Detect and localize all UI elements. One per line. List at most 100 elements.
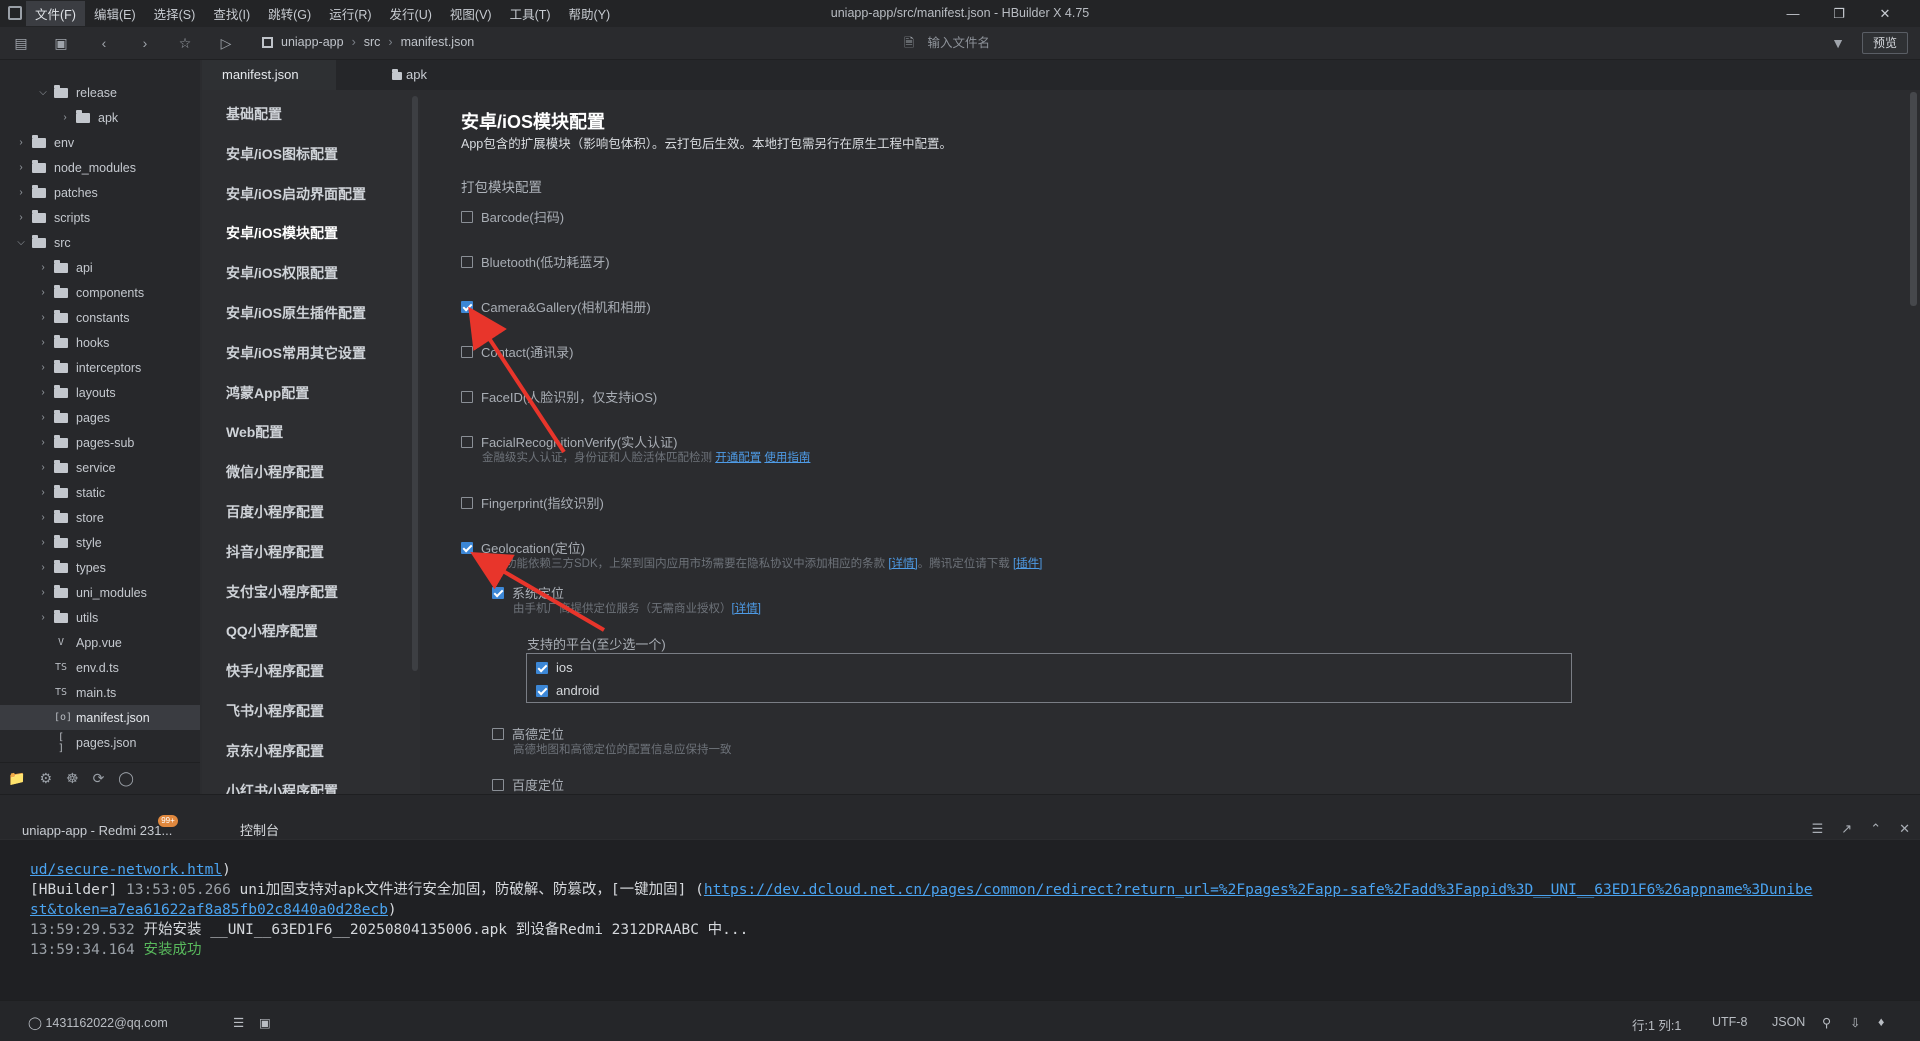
chevron-right-icon[interactable]: › — [36, 462, 50, 473]
cursor-position[interactable]: 行:1 列:1 — [1632, 1015, 1681, 1034]
tree-folder-item[interactable]: › apk — [0, 105, 200, 130]
download-icon[interactable]: ⇩ — [1850, 1015, 1860, 1030]
tree-folder-item[interactable]: › layouts — [0, 380, 200, 405]
file-search-input[interactable]: 🗎 输入文件名 — [904, 33, 1504, 53]
tree-folder-item[interactable]: › service — [0, 455, 200, 480]
save-icon[interactable]: ▣ — [52, 34, 70, 52]
tree-folder-item[interactable]: › interceptors — [0, 355, 200, 380]
config-nav-item[interactable]: 微信小程序配置 — [226, 462, 324, 482]
config-nav-item[interactable]: Web配置 — [226, 422, 283, 442]
search-icon[interactable]: ⚲ — [1822, 1015, 1831, 1030]
chevron-right-icon[interactable]: › — [14, 212, 28, 223]
config-nav-item[interactable]: 小红书小程序配置 — [226, 781, 338, 794]
chevron-right-icon[interactable]: › — [36, 312, 50, 323]
config-nav-item[interactable]: 安卓/iOS图标配置 — [226, 144, 338, 164]
chevron-right-icon[interactable]: › — [36, 562, 50, 573]
config-nav-item[interactable]: QQ小程序配置 — [226, 621, 318, 641]
tree-folder-item[interactable]: ⌵ release — [0, 80, 200, 105]
tree-folder-item[interactable]: › patches — [0, 180, 200, 205]
config-nav-item[interactable]: 安卓/iOS原生插件配置 — [226, 303, 366, 323]
minimize-button[interactable]: — — [1770, 3, 1816, 25]
chevron-right-icon[interactable]: › — [36, 612, 50, 623]
config-nav-item[interactable]: 百度小程序配置 — [226, 502, 324, 522]
tree-folder-item[interactable]: › hooks — [0, 330, 200, 355]
chevron-down-icon[interactable]: ⌵ — [14, 237, 28, 248]
chevron-right-icon[interactable]: › — [36, 262, 50, 273]
tree-folder-item[interactable]: › pages-sub — [0, 430, 200, 455]
chevron-right-icon[interactable]: › — [36, 587, 50, 598]
filter-icon[interactable]: ▼ — [1829, 34, 1847, 52]
config-nav-item[interactable]: 快手小程序配置 — [226, 661, 324, 681]
tree-folder-item[interactable]: › types — [0, 555, 200, 580]
console-link[interactable]: ud/secure-network.html — [30, 862, 222, 878]
chevron-right-icon[interactable]: › — [14, 162, 28, 173]
file-encoding[interactable]: UTF-8 — [1712, 1015, 1747, 1029]
new-file-icon[interactable]: ▤ — [12, 34, 30, 52]
config-nav-item[interactable]: 抖音小程序配置 — [226, 542, 324, 562]
plugin-icon[interactable]: ⚙ — [39, 770, 52, 787]
tree-folder-item[interactable]: › api — [0, 255, 200, 280]
tree-folder-item[interactable]: › constants — [0, 305, 200, 330]
tree-folder-item[interactable]: › utils — [0, 605, 200, 630]
breadcrumb-item[interactable]: manifest.json — [401, 35, 475, 49]
file-language[interactable]: JSON — [1772, 1015, 1805, 1029]
tree-folder-item[interactable]: › components — [0, 280, 200, 305]
chevron-right-icon[interactable]: › — [14, 187, 28, 198]
tree-folder-item[interactable]: › store — [0, 505, 200, 530]
tree-file-item[interactable]: V App.vue — [0, 630, 200, 655]
chevron-right-icon[interactable]: › — [36, 387, 50, 398]
config-nav-item[interactable]: 安卓/iOS启动界面配置 — [226, 184, 366, 204]
device-run-tab[interactable]: uniapp-app - Redmi 231... — [22, 823, 172, 838]
tree-folder-item[interactable]: › pages — [0, 405, 200, 430]
config-nav-item[interactable]: 支付宝小程序配置 — [226, 582, 338, 602]
chevron-right-icon[interactable]: › — [36, 537, 50, 548]
web-icon[interactable]: ◯ — [118, 770, 134, 787]
breadcrumb-item[interactable]: src — [364, 35, 381, 49]
project-manager-icon[interactable]: 📁 — [8, 770, 25, 787]
tree-folder-item[interactable]: › node_modules — [0, 155, 200, 180]
tab-apk[interactable]: apk — [372, 60, 447, 90]
config-nav-item[interactable]: 飞书小程序配置 — [226, 701, 324, 721]
config-nav-item[interactable]: 鸿蒙App配置 — [226, 383, 309, 403]
open-external-icon[interactable]: ↗ — [1841, 821, 1852, 837]
config-nav-scrollbar[interactable] — [412, 96, 418, 671]
tree-file-item[interactable]: TS env.d.ts — [0, 655, 200, 680]
chevron-right-icon[interactable]: › — [36, 287, 50, 298]
tree-file-item[interactable]: [ ] pages.json — [0, 730, 200, 755]
preview-button[interactable]: 预览 — [1862, 32, 1908, 54]
run-icon[interactable]: ▷ — [217, 34, 235, 52]
chevron-right-icon[interactable]: › — [36, 337, 50, 348]
tree-folder-item[interactable]: › static — [0, 480, 200, 505]
chevron-right-icon[interactable]: › — [36, 487, 50, 498]
restore-button[interactable]: ❐ — [1816, 3, 1862, 25]
main-scrollbar[interactable] — [1910, 92, 1917, 306]
account[interactable]: ◯ 1431162022@qq.com — [28, 1015, 168, 1030]
tree-folder-item[interactable]: › style — [0, 530, 200, 555]
tab-manifest-json[interactable]: manifest.json — [202, 60, 336, 90]
debug-icon[interactable]: ☸ — [66, 770, 79, 787]
chevron-right-icon[interactable]: › — [36, 412, 50, 423]
config-nav-item[interactable]: 安卓/iOS权限配置 — [226, 263, 338, 283]
back-icon[interactable]: ‹ — [95, 34, 113, 52]
forward-icon[interactable]: › — [136, 34, 154, 52]
config-nav-item[interactable]: 京东小程序配置 — [226, 741, 324, 761]
tree-folder-item[interactable]: › uni_modules — [0, 580, 200, 605]
tree-file-item[interactable]: TS main.ts — [0, 680, 200, 705]
chevron-right-icon[interactable]: › — [36, 437, 50, 448]
chevron-down-icon[interactable]: ⌵ — [36, 87, 50, 98]
clear-console-icon[interactable]: ☰ — [1812, 821, 1824, 837]
outline-icon[interactable]: ☰ — [233, 1015, 244, 1030]
bookmark-star-icon[interactable]: ☆ — [176, 34, 194, 52]
config-nav-item[interactable]: 安卓/iOS常用其它设置 — [226, 343, 366, 363]
tree-folder-item[interactable]: › env — [0, 130, 200, 155]
console-link[interactable]: st&token=a7ea61622af8a85fb02c8440a0d28ec… — [30, 902, 388, 918]
console-link[interactable]: https://dev.dcloud.net.cn/pages/common/r… — [704, 882, 1813, 898]
breadcrumb-item[interactable]: uniapp-app — [281, 35, 344, 49]
tree-folder-item[interactable]: ⌵ src — [0, 230, 200, 255]
notification-bell-icon[interactable]: ♦ — [1878, 1015, 1884, 1029]
chevron-right-icon[interactable]: › — [58, 112, 72, 123]
tree-folder-item[interactable]: › scripts — [0, 205, 200, 230]
chevron-right-icon[interactable]: › — [14, 137, 28, 148]
config-nav-item[interactable]: 安卓/iOS模块配置 — [226, 223, 338, 243]
tree-file-item[interactable]: [o] manifest.json — [0, 705, 200, 730]
